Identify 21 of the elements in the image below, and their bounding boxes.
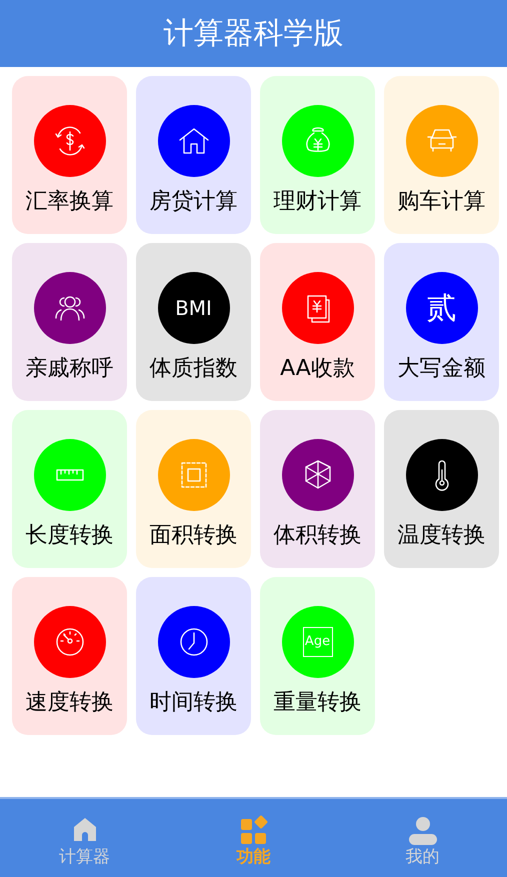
tool-tile[interactable]: 速度转换 [12,577,127,735]
header-title: 计算器科学版 [164,15,344,53]
tool-tile[interactable]: 贰 大写金额 [384,243,499,401]
tool-tile[interactable]: 购车计算 [384,76,499,234]
tool-tile[interactable]: 体积转换 [260,410,375,568]
tool-tile[interactable]: 长度转换 [12,410,127,568]
tool-tile[interactable]: 温度转换 [384,410,499,568]
icon-label: Age [302,627,332,657]
tool-tile[interactable]: 理财计算 [260,76,375,234]
tool-tile[interactable]: BMI 体质指数 [136,243,251,401]
grid-icon [238,815,268,845]
tool-tile[interactable]: 亲戚称呼 [12,243,127,401]
tool-tile[interactable]: Age 重量转换 [260,577,375,735]
user-icon [408,815,438,845]
icon-label: BMI [175,295,212,322]
tool-tile[interactable]: 汇率换算 [12,76,127,234]
tool-tile[interactable]: 面积转换 [136,410,251,568]
tool-tile[interactable]: 时间转换 [136,577,251,735]
tool-tile[interactable]: AA收款 [260,243,375,401]
icon-label: 贰 [426,290,456,328]
tool-tile[interactable]: 房贷计算 [136,76,251,234]
